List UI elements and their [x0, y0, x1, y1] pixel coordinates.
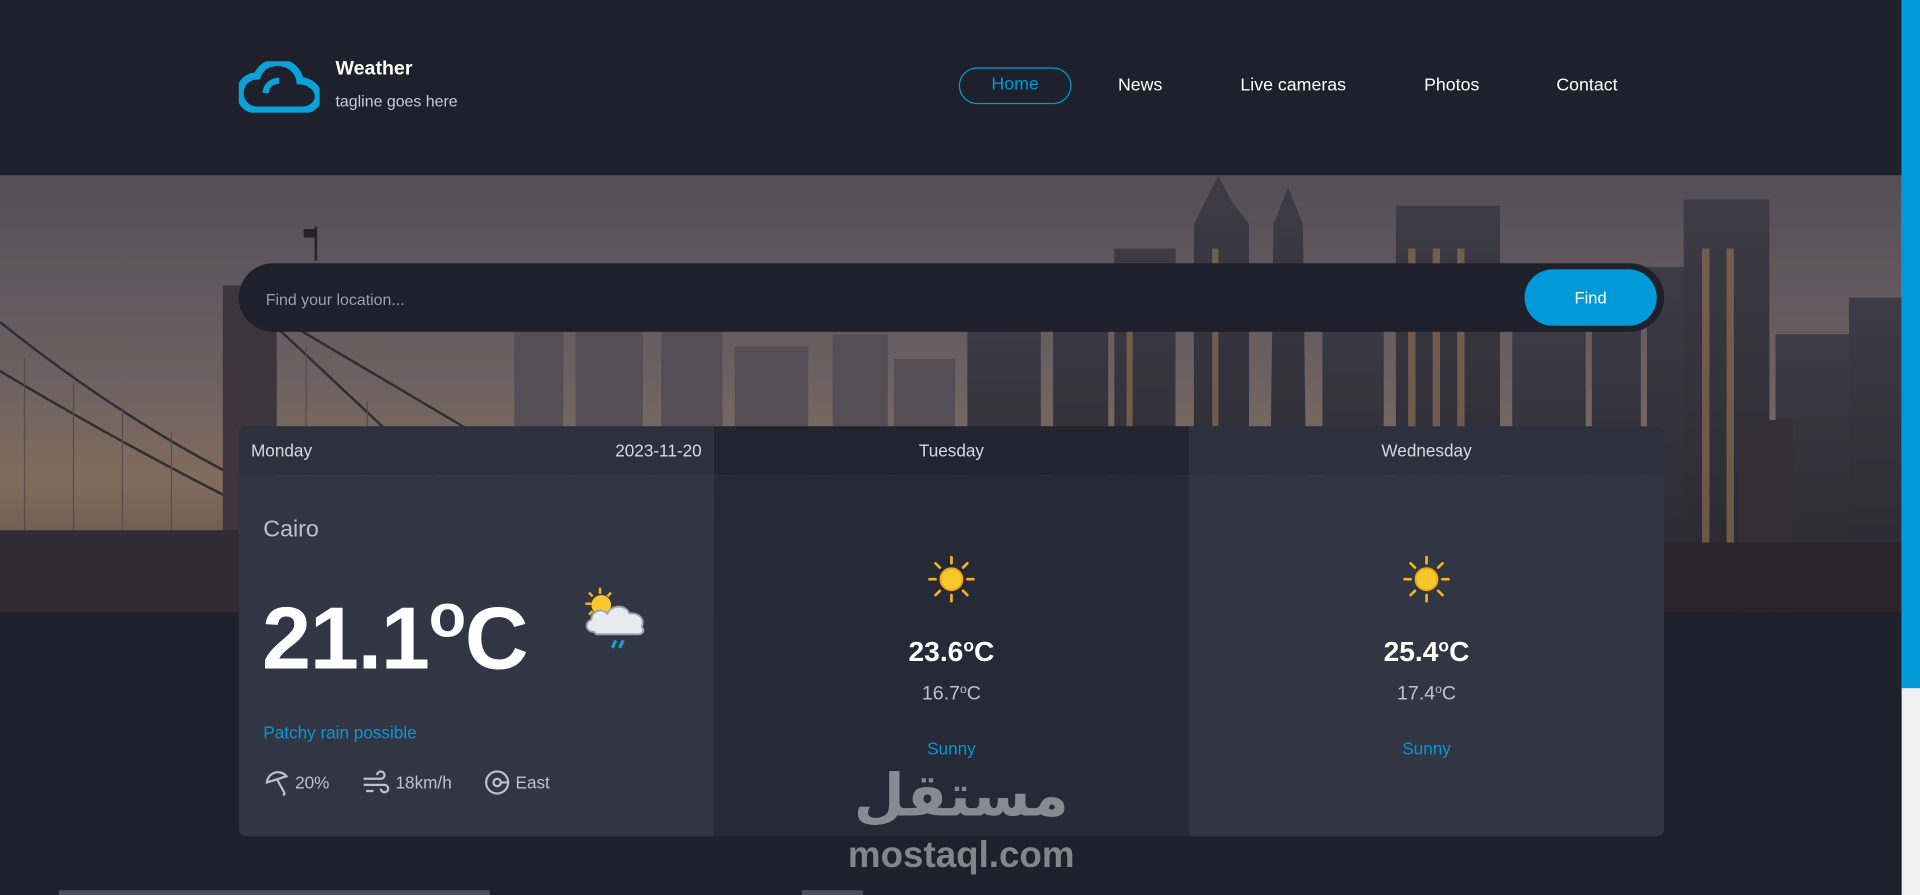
site-header: Weather tagline goes here Home News Live… [0, 0, 1902, 176]
rain-chance-value: 20% [295, 772, 330, 793]
wind-speed-value: 18km/h [395, 772, 452, 793]
forecast-day-1: Tuesday [918, 440, 985, 461]
sun-icon [928, 555, 975, 603]
watermark-arabic: مستقل [853, 761, 1069, 831]
location-name: Cairo [263, 516, 319, 543]
forecast-max-temp-1: 23.6oC [908, 635, 995, 668]
sun-cloud-rain-icon [585, 587, 645, 649]
umbrella-icon [265, 771, 289, 796]
nav-news[interactable]: News [1118, 67, 1162, 104]
page: Weather tagline goes here Home News Live… [0, 0, 1920, 895]
compass-icon [485, 770, 510, 795]
forecast-min-temp-1: 16.7oC [921, 683, 981, 705]
today-day: Monday [251, 440, 313, 461]
wind-direction-value: East [515, 772, 550, 793]
forecast-header-2: Wednesday [1188, 426, 1665, 476]
today-body: Cairo 21.1oC Patchy rain possible 20% 18… [238, 475, 714, 837]
page-scrollbar[interactable] [1901, 0, 1920, 895]
today-date: 2023-11-20 [615, 440, 702, 461]
cloud-icon[interactable] [238, 61, 320, 113]
sun-icon [1403, 555, 1450, 603]
forecast-max-temp-2: 25.4oC [1383, 635, 1470, 668]
bottom-element [58, 890, 490, 895]
today-header: Monday 2023-11-20 [238, 426, 714, 476]
forecast-header-1: Tuesday [713, 426, 1189, 476]
find-button[interactable]: Find [1524, 269, 1657, 326]
current-temperature: 21.1oC [262, 581, 529, 689]
current-condition: Patchy rain possible [263, 722, 417, 743]
forecast-condition-2: Sunny [1402, 738, 1451, 758]
forecast-min-temp-2: 17.4oC [1397, 683, 1457, 705]
scrollbar-thumb[interactable] [1901, 0, 1920, 689]
mostaql-watermark: مستقل mostaql.com [845, 762, 1078, 884]
forecast-card-2: Wednesday 25.4oC 17.4oC Sunny [1188, 426, 1665, 837]
site-tagline: tagline goes here [335, 91, 458, 111]
today-card: Monday 2023-11-20 Cairo 21.1oC Patchy ra… [238, 426, 714, 837]
search-input[interactable] [263, 263, 1518, 335]
forecast-body-2: 25.4oC 17.4oC Sunny [1188, 475, 1665, 837]
nav-photos[interactable]: Photos [1424, 67, 1479, 104]
search-bar: Find [238, 263, 1665, 335]
watermark-text: mostaql.com [847, 835, 1075, 876]
forecast-day-2: Wednesday [1381, 440, 1472, 461]
bottom-element [802, 890, 864, 895]
forecast-condition-1: Sunny [927, 738, 976, 758]
nav-home[interactable]: Home [958, 67, 1072, 105]
nav-contact[interactable]: Contact [1556, 67, 1617, 104]
wind-icon [363, 770, 390, 794]
site-title[interactable]: Weather [336, 59, 413, 81]
nav-live-cameras[interactable]: Live cameras [1240, 67, 1346, 104]
